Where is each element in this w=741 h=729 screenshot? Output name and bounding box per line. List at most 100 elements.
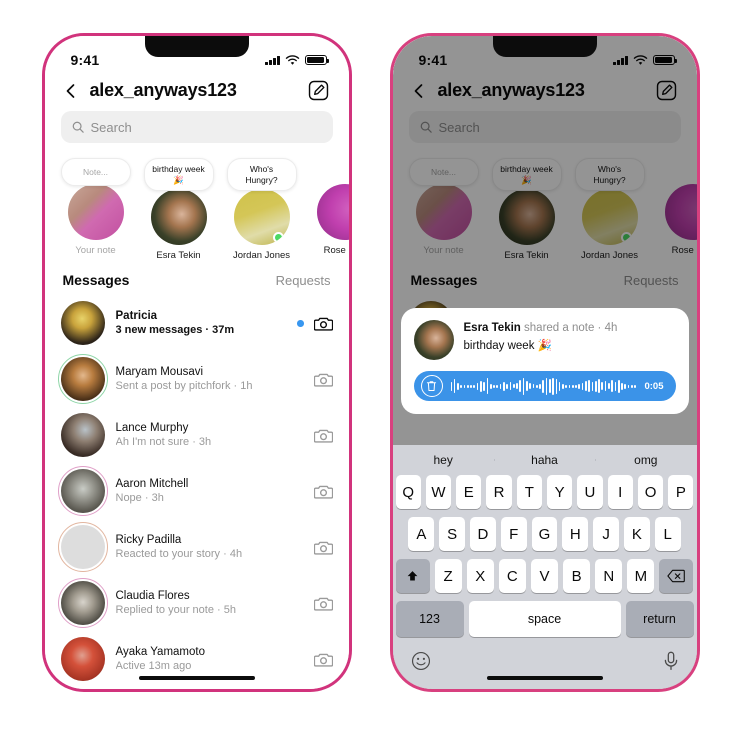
key-n[interactable]: N [595, 559, 623, 593]
avatar[interactable] [60, 637, 105, 682]
list-item[interactable]: Ricky Padilla Reacted to your story · 4h [45, 519, 349, 575]
key-w[interactable]: W [425, 475, 452, 509]
camera-icon[interactable] [313, 538, 333, 557]
numbers-key[interactable]: 123 [395, 601, 464, 637]
note-card-header: Esra Tekin shared a note · 4h birthday w… [413, 320, 676, 360]
note-item-self[interactable]: Note... Your note [59, 158, 133, 261]
message-preview: Replied to your note · 5h [115, 604, 236, 617]
note-bubble[interactable]: Who's Hungry? [226, 158, 297, 192]
home-indicator [138, 675, 255, 680]
device-notch [144, 36, 249, 57]
space-key[interactable]: space [468, 601, 621, 637]
camera-icon[interactable] [313, 650, 333, 669]
message-text: Ricky Padilla Reacted to your story · 4h [116, 534, 303, 560]
key-k[interactable]: K [623, 517, 650, 551]
key-z[interactable]: Z [434, 559, 462, 593]
key-m[interactable]: M [627, 559, 655, 593]
key-t[interactable]: T [516, 475, 542, 509]
note-bubble[interactable]: birthday week 🎉 [143, 158, 214, 192]
compose-new-message-icon[interactable] [308, 80, 329, 101]
audio-waveform [450, 377, 637, 395]
trash-icon[interactable] [420, 375, 443, 397]
note-avatar-esra[interactable] [150, 189, 207, 246]
key-g[interactable]: G [531, 517, 558, 551]
search-input[interactable]: Search [60, 111, 333, 143]
key-x[interactable]: X [466, 559, 494, 593]
contact-name: Ricky Padilla [115, 534, 182, 547]
camera-icon[interactable] [313, 426, 333, 445]
page-title[interactable]: alex_anyways123 [90, 80, 297, 101]
key-c[interactable]: C [498, 559, 526, 593]
avatar[interactable] [60, 413, 105, 458]
avatar[interactable] [57, 578, 108, 629]
search-icon [72, 121, 84, 133]
key-s[interactable]: S [439, 517, 466, 551]
note-item-esra[interactable]: birthday week 🎉 Esra Tekin [142, 158, 216, 261]
note-bubble[interactable]: Note... [60, 158, 131, 186]
key-e[interactable]: E [456, 475, 482, 509]
message-text: Claudia Flores Replied to your note · 5h [116, 590, 303, 616]
emoji-smiley-icon[interactable] [411, 651, 431, 671]
list-item[interactable]: Aaron Mitchell Nope · 3h [45, 463, 349, 519]
key-h[interactable]: H [562, 517, 589, 551]
avatar[interactable] [57, 522, 108, 573]
note-item-rose[interactable]: Rose Pad [308, 158, 349, 261]
list-item[interactable]: Maryam Mousavi Sent a post by pitchfork … [45, 351, 349, 407]
key-l[interactable]: L [654, 517, 681, 551]
avatar[interactable] [60, 301, 105, 346]
suggestion-chip[interactable]: haha [493, 453, 595, 467]
avatar[interactable] [57, 466, 108, 517]
section-title: Messages [62, 272, 130, 289]
note-avatar-self[interactable] [67, 184, 124, 240]
virtual-keyboard: hey haha omg Q W E R T Y U I O P A S D F… [392, 445, 697, 689]
camera-icon[interactable] [313, 314, 333, 333]
key-r[interactable]: R [486, 475, 512, 509]
microphone-icon[interactable] [663, 651, 679, 671]
list-item[interactable]: Lance Murphy Ah I'm not sure · 3h [45, 407, 349, 463]
requests-link[interactable]: Requests [276, 273, 331, 288]
suggestion-chip[interactable]: hey [393, 453, 494, 467]
note-name: Jordan Jones [232, 250, 291, 262]
key-v[interactable]: V [530, 559, 559, 593]
back-chevron-icon[interactable] [63, 83, 79, 99]
camera-icon[interactable] [313, 370, 333, 389]
camera-icon[interactable] [313, 594, 333, 613]
row-actions [297, 314, 333, 333]
key-j[interactable]: J [593, 517, 619, 551]
contact-name: Claudia Flores [115, 590, 190, 603]
notes-carousel[interactable]: Note... Your note birthday week 🎉 Esra T… [45, 155, 349, 267]
key-b[interactable]: B [563, 559, 591, 593]
key-y[interactable]: Y [547, 475, 573, 509]
keyboard-row-3: Z X C V B N M [393, 559, 697, 601]
message-preview: Active 13m ago [115, 660, 192, 673]
return-key[interactable]: return [625, 601, 694, 637]
key-d[interactable]: D [470, 517, 496, 551]
list-item[interactable]: Patricia 3 new messages · 37m [45, 295, 349, 351]
voice-duration: 0:05 [644, 380, 664, 392]
note-item-jordan[interactable]: Who's Hungry? Jordan Jones [225, 158, 299, 261]
row-actions [313, 594, 333, 613]
key-a[interactable]: A [408, 517, 435, 551]
note-avatar-rose[interactable] [316, 184, 349, 240]
key-p[interactable]: P [668, 475, 694, 509]
note-card-author-line: Esra Tekin shared a note · 4h [464, 322, 676, 334]
key-q[interactable]: Q [395, 475, 421, 509]
key-u[interactable]: U [577, 475, 603, 509]
suggestion-chip[interactable]: omg [595, 453, 696, 467]
avatar[interactable] [57, 354, 108, 405]
message-preview: 3 new messages · 37m [115, 324, 235, 337]
shift-arrow-icon[interactable] [395, 559, 430, 593]
key-o[interactable]: O [637, 475, 664, 509]
search-placeholder: Search [90, 119, 132, 135]
predictive-suggestions-bar: hey haha omg [392, 445, 697, 475]
note-avatar-jordan[interactable] [233, 189, 290, 246]
key-i[interactable]: I [607, 475, 633, 509]
voice-message-recorder[interactable]: 0:05 [413, 371, 676, 401]
key-f[interactable]: F [500, 517, 527, 551]
list-item[interactable]: Claudia Flores Replied to your note · 5h [45, 575, 349, 631]
camera-icon[interactable] [313, 482, 333, 501]
note-card-avatar-esra[interactable] [413, 320, 454, 360]
backspace-delete-icon[interactable] [659, 559, 694, 593]
contact-name: Maryam Mousavi [115, 366, 204, 379]
search-container: Search [45, 111, 349, 155]
